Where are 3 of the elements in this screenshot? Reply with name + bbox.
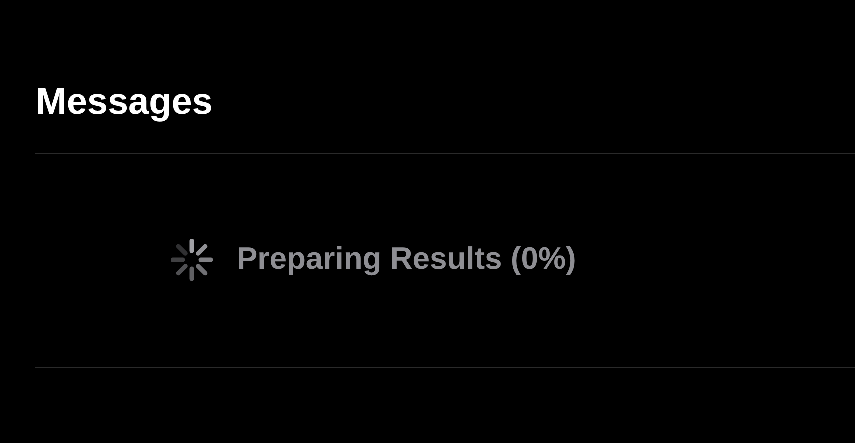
status-text: Preparing Results (0%) [237, 240, 576, 278]
loading-spinner-icon [171, 238, 213, 280]
section-title: Messages [36, 80, 213, 124]
